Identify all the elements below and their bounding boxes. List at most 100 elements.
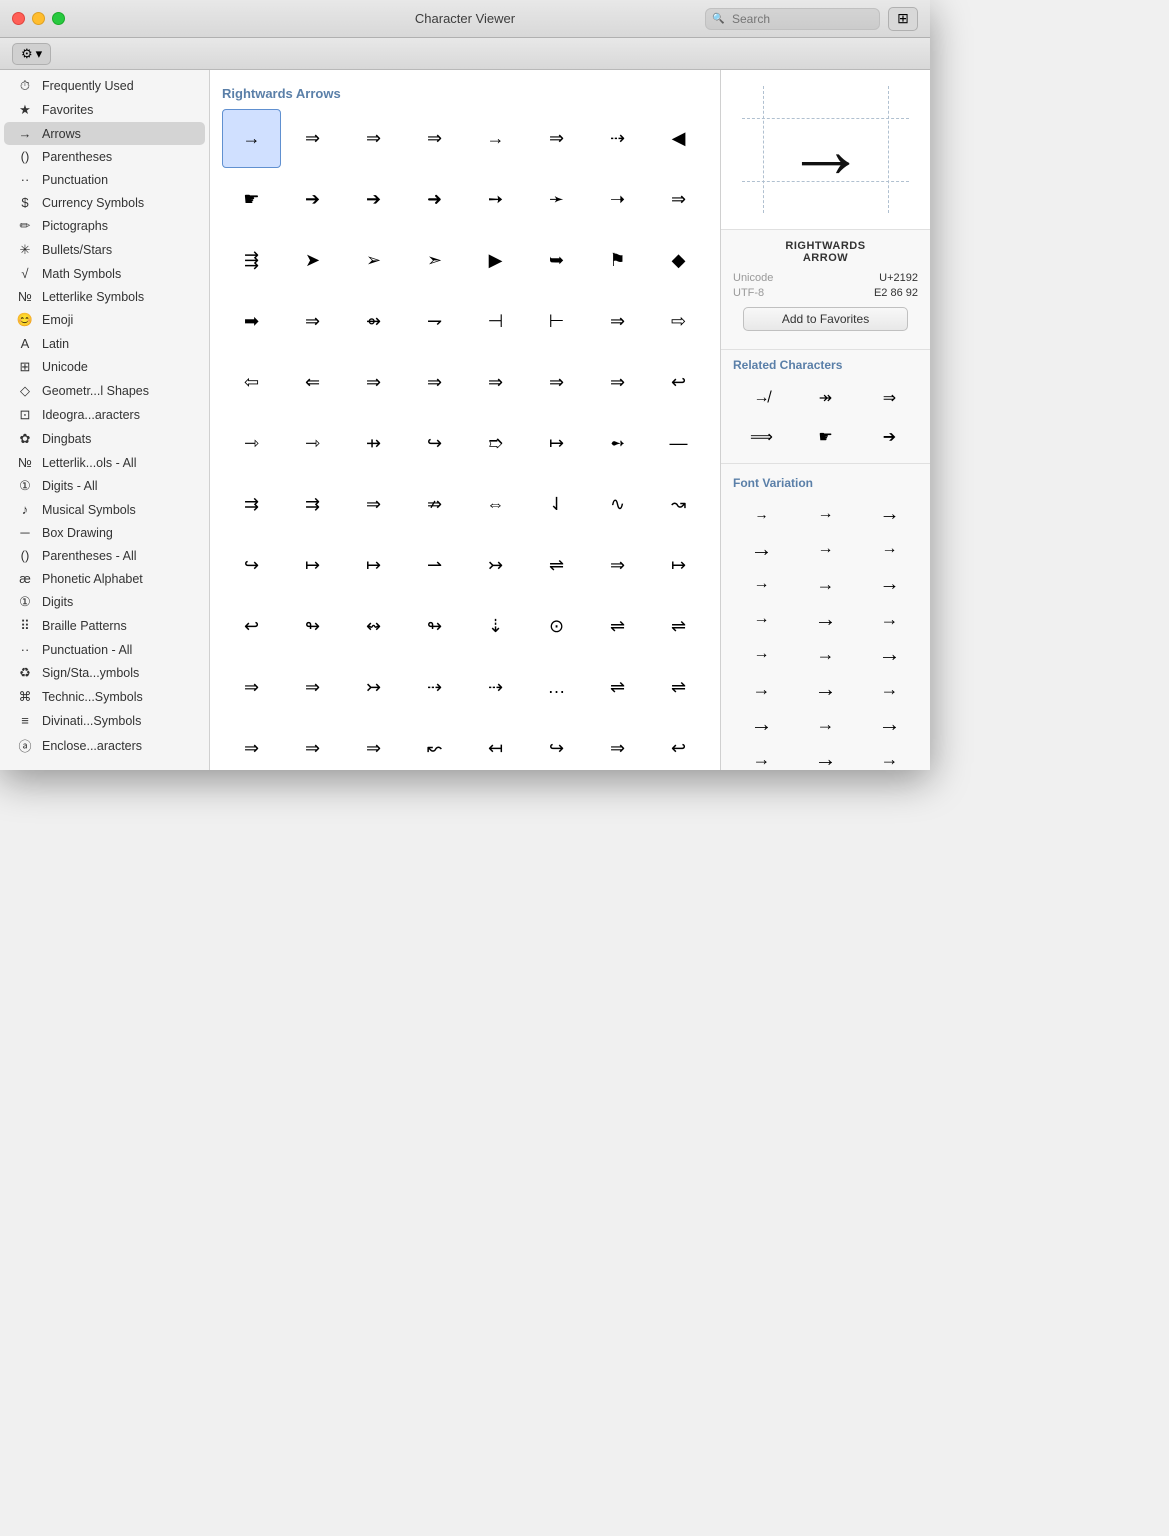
char-cell[interactable]: ◀ bbox=[649, 109, 708, 168]
char-cell[interactable]: ➱ bbox=[466, 414, 525, 473]
char-cell[interactable]: ⇒ bbox=[344, 109, 403, 168]
char-cell[interactable]: ↩ bbox=[649, 353, 708, 412]
char-cell[interactable]: ↩ bbox=[649, 719, 708, 770]
sidebar-item-dingbats[interactable]: ✿Dingbats bbox=[4, 427, 205, 451]
char-cell[interactable]: ⇒ bbox=[527, 353, 586, 412]
char-cell[interactable]: ⇾ bbox=[222, 414, 281, 473]
related-char-2[interactable]: ⇒ bbox=[859, 380, 920, 416]
sidebar-item-enclose[interactable]: ⓐEnclose...aracters bbox=[4, 732, 205, 759]
char-cell[interactable]: ☛ bbox=[222, 170, 281, 229]
font-var-13[interactable]: → bbox=[795, 638, 856, 670]
related-char-3[interactable]: ⟹ bbox=[731, 419, 792, 455]
char-cell[interactable]: ⇌ bbox=[649, 658, 708, 717]
char-cell[interactable]: ↩ bbox=[222, 597, 281, 656]
char-cell[interactable]: ⇒ bbox=[588, 719, 647, 770]
add-favorites-button[interactable]: Add to Favorites bbox=[743, 307, 908, 331]
minimize-button[interactable] bbox=[32, 12, 45, 25]
related-char-5[interactable]: ➔ bbox=[859, 419, 920, 455]
char-cell[interactable]: ⇣ bbox=[466, 597, 525, 656]
related-char-1[interactable]: ↠ bbox=[795, 380, 856, 416]
related-char-4[interactable]: ☛ bbox=[795, 419, 856, 455]
char-cell[interactable]: ⇒ bbox=[527, 109, 586, 168]
char-cell[interactable]: ⇌ bbox=[527, 536, 586, 595]
font-var-16[interactable]: → bbox=[795, 673, 856, 705]
char-cell[interactable]: ⇒ bbox=[588, 292, 647, 351]
char-cell[interactable]: ➡ bbox=[222, 292, 281, 351]
sidebar-item-favorites[interactable]: ★Favorites bbox=[4, 98, 205, 122]
sidebar-item-parentheses[interactable]: ()Parentheses bbox=[4, 145, 205, 168]
char-cell[interactable]: ⇒ bbox=[344, 719, 403, 770]
char-cell[interactable]: → bbox=[222, 109, 281, 168]
char-cell[interactable]: ⇒ bbox=[588, 353, 647, 412]
char-cell[interactable]: ⇨ bbox=[649, 292, 708, 351]
char-cell[interactable]: ⇢ bbox=[466, 658, 525, 717]
char-cell[interactable]: ⇴ bbox=[344, 292, 403, 351]
sidebar-item-currency[interactable]: $Currency Symbols bbox=[4, 191, 205, 214]
char-cell[interactable]: ⇏ bbox=[405, 475, 464, 534]
char-cell[interactable]: ⇀ bbox=[405, 536, 464, 595]
sidebar-item-letterlike[interactable]: №Letterlike Symbols bbox=[4, 285, 205, 308]
sidebar-item-unicode[interactable]: ⊞Unicode bbox=[4, 355, 205, 379]
related-char-0[interactable]: ↛ bbox=[731, 380, 792, 416]
sidebar-item-sign-sta[interactable]: ♻Sign/Sta...ymbols bbox=[4, 661, 205, 685]
sidebar-item-letterlike-all[interactable]: №Letterlik...ols - All bbox=[4, 451, 205, 474]
char-cell[interactable]: ➥ bbox=[527, 231, 586, 290]
char-cell[interactable]: ➻ bbox=[588, 414, 647, 473]
sidebar-item-geometric[interactable]: ◇Geometr...l Shapes bbox=[4, 379, 205, 403]
sidebar-item-arrows[interactable]: →Arrows bbox=[4, 122, 205, 145]
char-cell[interactable]: ↦ bbox=[649, 536, 708, 595]
char-cell[interactable]: ⇾ bbox=[283, 414, 342, 473]
char-cell[interactable]: ⇁ bbox=[405, 292, 464, 351]
char-cell[interactable]: ⇉ bbox=[283, 475, 342, 534]
font-var-0[interactable]: → bbox=[731, 498, 792, 530]
char-cell[interactable]: ⇒ bbox=[222, 719, 281, 770]
char-cell[interactable]: ⇒ bbox=[222, 658, 281, 717]
font-var-12[interactable]: → bbox=[731, 638, 792, 670]
char-cell[interactable]: ↤ bbox=[466, 719, 525, 770]
char-cell[interactable]: ⇃ bbox=[527, 475, 586, 534]
sidebar-item-box-drawing[interactable]: ─Box Drawing bbox=[4, 521, 205, 544]
char-cell[interactable]: → bbox=[466, 109, 525, 168]
char-cell[interactable]: ⊙ bbox=[527, 597, 586, 656]
grid-view-button[interactable]: ⊞ bbox=[888, 7, 918, 31]
sidebar-item-divinati[interactable]: ≡Divinati...Symbols bbox=[4, 709, 205, 732]
char-cell[interactable]: ↦ bbox=[283, 536, 342, 595]
sidebar-item-braille[interactable]: ⠿Braille Patterns bbox=[4, 614, 205, 638]
char-cell[interactable]: ◆ bbox=[649, 231, 708, 290]
sidebar-item-pictographs[interactable]: ✏Pictographs bbox=[4, 214, 205, 238]
close-button[interactable] bbox=[12, 12, 25, 25]
char-cell[interactable]: ⇶ bbox=[222, 231, 281, 290]
font-var-6[interactable]: → bbox=[731, 568, 792, 600]
char-cell[interactable]: ⇒ bbox=[283, 109, 342, 168]
font-var-18[interactable]: → bbox=[731, 708, 792, 740]
font-var-15[interactable]: → bbox=[731, 673, 792, 705]
char-cell[interactable]: ∿ bbox=[588, 475, 647, 534]
font-var-4[interactable]: → bbox=[795, 533, 856, 565]
char-cell[interactable]: ⇒ bbox=[283, 719, 342, 770]
sidebar-item-parentheses-all[interactable]: ()Parentheses - All bbox=[4, 544, 205, 567]
char-cell[interactable]: ⇢ bbox=[405, 658, 464, 717]
char-cell[interactable]: ⊢ bbox=[527, 292, 586, 351]
gear-dropdown-button[interactable]: ⚙ ▾ bbox=[12, 43, 51, 65]
font-var-23[interactable]: → bbox=[859, 743, 920, 770]
char-cell[interactable]: ⇢ bbox=[588, 109, 647, 168]
sidebar-item-phonetic[interactable]: æPhonetic Alphabet bbox=[4, 567, 205, 590]
font-var-1[interactable]: → bbox=[795, 498, 856, 530]
char-cell[interactable]: ➛ bbox=[527, 170, 586, 229]
maximize-button[interactable] bbox=[52, 12, 65, 25]
font-var-9[interactable]: → bbox=[731, 603, 792, 635]
char-cell[interactable]: ⇒ bbox=[283, 292, 342, 351]
char-cell[interactable]: ↝ bbox=[649, 475, 708, 534]
font-var-14[interactable]: → bbox=[859, 638, 920, 670]
char-cell[interactable]: ➝ bbox=[588, 170, 647, 229]
char-cell[interactable]: ↣ bbox=[344, 658, 403, 717]
char-cell[interactable]: ↜ bbox=[405, 719, 464, 770]
font-var-7[interactable]: → bbox=[795, 568, 856, 600]
sidebar-item-technic[interactable]: ⌘Technic...Symbols bbox=[4, 685, 205, 709]
char-cell[interactable]: ➣ bbox=[405, 231, 464, 290]
char-cell[interactable]: ⇒ bbox=[466, 353, 525, 412]
font-var-5[interactable]: → bbox=[859, 533, 920, 565]
char-cell[interactable]: ↦ bbox=[344, 536, 403, 595]
char-cell[interactable]: ➜ bbox=[405, 170, 464, 229]
font-var-20[interactable]: → bbox=[859, 708, 920, 740]
